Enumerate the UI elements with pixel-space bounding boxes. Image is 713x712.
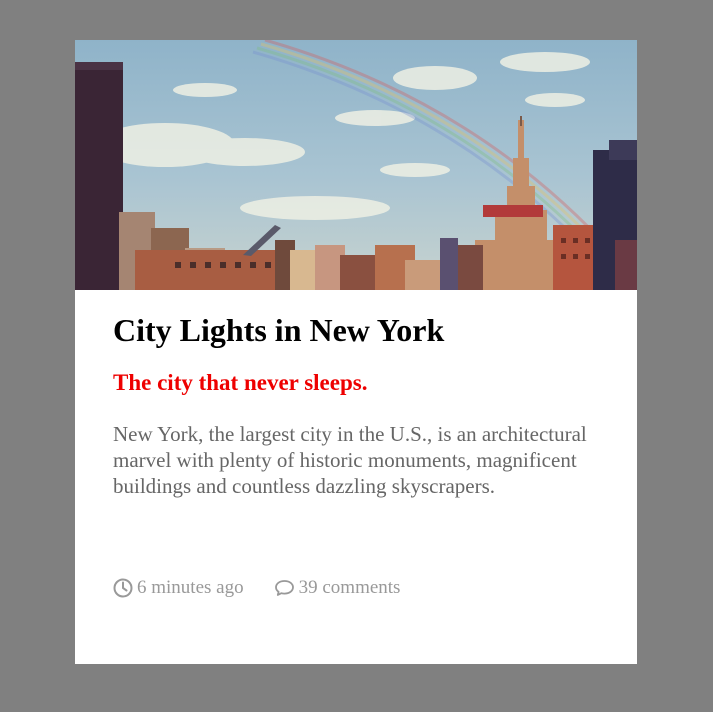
hero-image	[75, 40, 637, 290]
timestamp-text: 6 minutes ago	[137, 577, 244, 598]
card-description: New York, the largest city in the U.S., …	[113, 422, 587, 498]
timestamp: 6 minutes ago	[113, 577, 244, 599]
clock-icon	[113, 578, 137, 598]
card-subtitle: The city that never sleeps.	[113, 370, 368, 395]
article-card: City Lights in New York The city that ne…	[75, 40, 637, 664]
comments-link[interactable]: 39 comments	[274, 577, 401, 599]
card-meta: 6 minutes ago 39 comments	[113, 576, 430, 600]
comments-count: 39 comments	[298, 577, 401, 598]
card-title: City Lights in New York	[113, 312, 445, 348]
comment-icon	[274, 578, 299, 598]
